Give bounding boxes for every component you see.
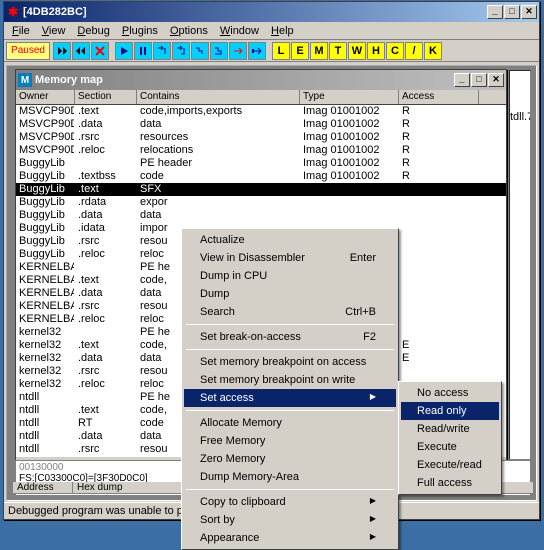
menu-window[interactable]: Window: [214, 24, 265, 38]
memory-row[interactable]: BuggyLib.rdataexpor: [16, 196, 506, 209]
menu-item[interactable]: Dump Memory-Area: [184, 468, 396, 486]
tb-stepinto[interactable]: [153, 42, 171, 60]
close-button[interactable]: ✕: [521, 5, 537, 19]
context-menu-access[interactable]: No accessRead onlyRead/writeExecuteExecu…: [398, 381, 502, 495]
mem-close[interactable]: ✕: [488, 73, 504, 87]
menu-separator: [186, 410, 394, 411]
menu-item[interactable]: Free Memory: [184, 432, 396, 450]
menu-item[interactable]: Sort by: [184, 511, 396, 529]
menu-item[interactable]: Read/write: [401, 420, 499, 438]
tb-traceover[interactable]: [210, 42, 228, 60]
tb-pause[interactable]: [134, 42, 152, 60]
mem-minimize[interactable]: _: [454, 73, 470, 87]
tb-L[interactable]: L: [272, 42, 290, 60]
tb-W[interactable]: W: [348, 42, 366, 60]
mem-maximize[interactable]: □: [471, 73, 487, 87]
tb-M[interactable]: M: [310, 42, 328, 60]
menu-separator: [186, 324, 394, 325]
memory-row[interactable]: BuggyLibPE headerImag 01001002R: [16, 157, 506, 170]
memory-icon: M: [18, 73, 32, 87]
maximize-button[interactable]: □: [504, 5, 520, 19]
menu-item[interactable]: Full access: [401, 474, 499, 492]
tb-C[interactable]: C: [386, 42, 404, 60]
menu-item[interactable]: Dump in CPU: [184, 267, 396, 285]
menu-item[interactable]: Set memory breakpoint on access: [184, 353, 396, 371]
col-owner[interactable]: Owner: [16, 90, 75, 104]
context-menu-main[interactable]: ActualizeView in DisassemblerEnterDump i…: [181, 228, 399, 550]
menu-item[interactable]: Zero Memory: [184, 450, 396, 468]
main-titlebar[interactable]: ✱ [4DB282BC] _ □ ✕: [4, 2, 539, 22]
menu-item[interactable]: Set access: [184, 389, 396, 407]
tb-K[interactable]: K: [424, 42, 442, 60]
menu-options[interactable]: Options: [164, 24, 214, 38]
tb-traceinto[interactable]: [191, 42, 209, 60]
tb-tilluser[interactable]: [248, 42, 266, 60]
status-paused: Paused: [6, 42, 50, 60]
menu-file[interactable]: File: [6, 24, 36, 38]
tb-H[interactable]: H: [367, 42, 385, 60]
tb-slash[interactable]: /: [405, 42, 423, 60]
menu-item[interactable]: Allocate Memory: [184, 414, 396, 432]
memory-row[interactable]: BuggyLib.datadata: [16, 209, 506, 222]
menu-item[interactable]: Set break-on-accessF2: [184, 328, 396, 346]
menu-bar: File View Debug Plugins Options Window H…: [4, 22, 539, 40]
minimize-button[interactable]: _: [487, 5, 503, 19]
menu-item[interactable]: Dump: [184, 285, 396, 303]
tb-E[interactable]: E: [291, 42, 309, 60]
tb-rewind[interactable]: [72, 42, 90, 60]
memory-header: Owner Section Contains Type Access: [16, 90, 506, 105]
memory-row[interactable]: MSVCP90D.textcode,imports,exportsImag 01…: [16, 105, 506, 118]
tb-stepover[interactable]: [172, 42, 190, 60]
menu-plugins[interactable]: Plugins: [116, 24, 164, 38]
memory-row[interactable]: MSVCP90D.datadataImag 01001002R: [16, 118, 506, 131]
window-title: [4DB282BC]: [23, 6, 87, 18]
menu-item[interactable]: Copy to clipboard: [184, 493, 396, 511]
menu-item[interactable]: Execute/read: [401, 456, 499, 474]
menu-item[interactable]: Appearance: [184, 529, 396, 547]
menu-separator: [186, 349, 394, 350]
tb-close[interactable]: [91, 42, 109, 60]
right-panel: tdll.777: [509, 70, 531, 460]
memory-row[interactable]: BuggyLib.textSFX: [16, 183, 506, 196]
menu-item[interactable]: SearchCtrl+B: [184, 303, 396, 321]
menu-item[interactable]: Actualize: [184, 231, 396, 249]
memory-title: Memory map: [35, 74, 103, 86]
right-text: tdll.777: [510, 111, 530, 123]
memory-titlebar[interactable]: M Memory map _ □ ✕: [16, 70, 506, 90]
menu-item[interactable]: Execute: [401, 438, 499, 456]
app-icon: ✱: [6, 5, 20, 19]
menu-item[interactable]: Set memory breakpoint on write: [184, 371, 396, 389]
menu-view[interactable]: View: [36, 24, 72, 38]
menu-separator: [186, 489, 394, 490]
col-section[interactable]: Section: [75, 90, 137, 104]
menu-item[interactable]: No access: [401, 384, 499, 402]
bot-col-address[interactable]: Address: [13, 482, 73, 493]
menu-item[interactable]: View in DisassemblerEnter: [184, 249, 396, 267]
tb-run[interactable]: [115, 42, 133, 60]
tb-restart[interactable]: [53, 42, 71, 60]
col-type[interactable]: Type: [300, 90, 399, 104]
tb-T[interactable]: T: [329, 42, 347, 60]
menu-item[interactable]: Read only: [401, 402, 499, 420]
memory-row[interactable]: BuggyLib.textbsscodeImag 01001002R: [16, 170, 506, 183]
col-access[interactable]: Access: [399, 90, 479, 104]
tb-tillret[interactable]: [229, 42, 247, 60]
col-contains[interactable]: Contains: [137, 90, 300, 104]
menu-help[interactable]: Help: [265, 24, 300, 38]
memory-row[interactable]: MSVCP90D.rsrcresourcesImag 01001002R: [16, 131, 506, 144]
menu-debug[interactable]: Debug: [71, 24, 115, 38]
toolbar: Paused L E M T W H C / K: [4, 40, 539, 62]
memory-row[interactable]: MSVCP90D.relocrelocationsImag 01001002R: [16, 144, 506, 157]
